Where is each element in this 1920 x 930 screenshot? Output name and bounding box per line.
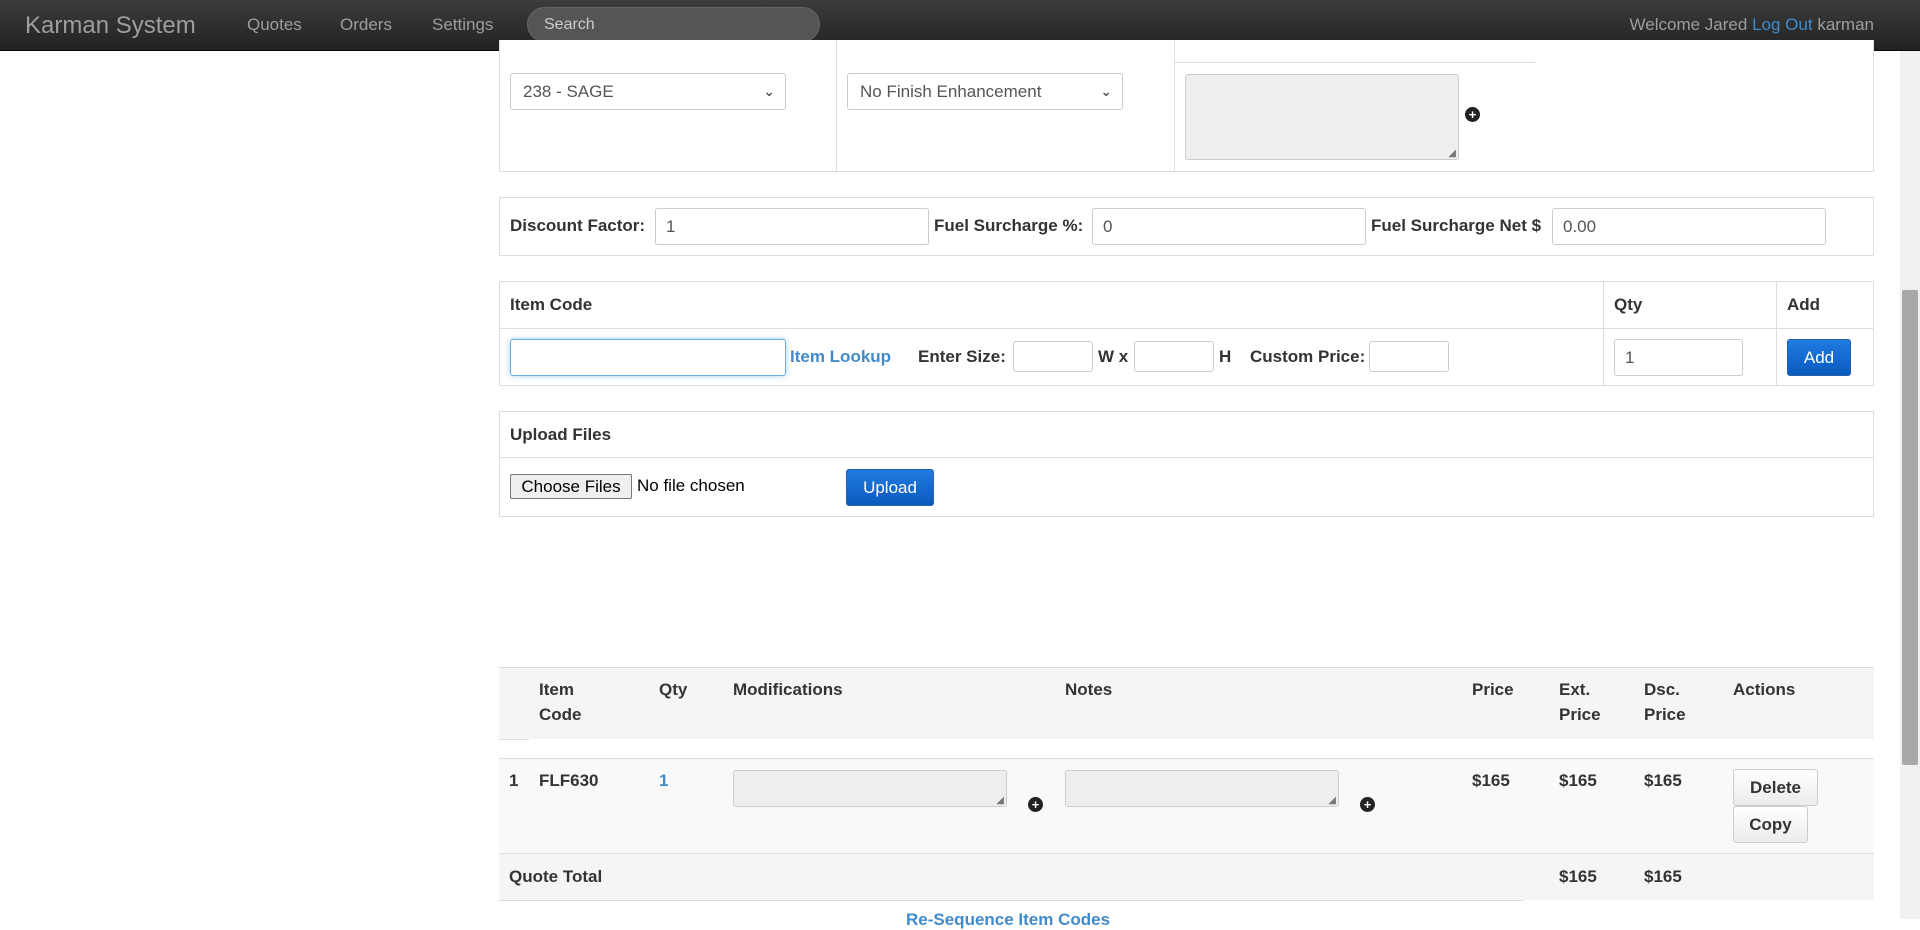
resize-grip-icon: ◢ xyxy=(996,795,1004,806)
delete-button[interactable]: Delete xyxy=(1733,769,1818,806)
header-underline xyxy=(499,739,529,740)
row-item-code: FLF630 xyxy=(539,771,599,790)
options-notes-textarea[interactable]: ◢ xyxy=(1185,74,1459,160)
nav-settings[interactable]: Settings xyxy=(432,15,493,35)
width-x-label: W x xyxy=(1098,347,1129,366)
upload-button[interactable]: Upload xyxy=(846,469,934,506)
add-circle-icon[interactable]: + xyxy=(1465,107,1480,122)
item-code-header: Item Code xyxy=(510,295,593,314)
quote-total-row: Quote Total $165 $165 xyxy=(499,854,1874,900)
add-note-icon[interactable]: + xyxy=(1360,797,1375,812)
custom-price-input[interactable] xyxy=(1369,341,1449,372)
col-price: Price xyxy=(1472,680,1514,699)
row-divider xyxy=(500,328,1873,329)
chevron-down-icon: ⌄ xyxy=(763,83,775,99)
items-table-header: Item Code Qty Modifications Notes Price E… xyxy=(499,667,1874,739)
add-header: Add xyxy=(1787,295,1821,314)
column-divider xyxy=(1174,40,1175,172)
column-divider xyxy=(836,40,837,172)
enter-size-label: Enter Size: xyxy=(918,347,1006,366)
search-input[interactable] xyxy=(527,7,820,42)
quote-total-dsc: $165 xyxy=(1644,867,1682,886)
fuel-surcharge-pct-label: Fuel Surcharge %: xyxy=(934,216,1084,235)
discount-panel: Discount Factor: 1 Fuel Surcharge %: 0 F… xyxy=(499,197,1874,256)
logout-link[interactable]: Log Out xyxy=(1752,15,1813,34)
nav-orders[interactable]: Orders xyxy=(340,15,392,35)
choose-files-button[interactable]: Choose Files xyxy=(510,474,632,499)
item-entry-panel: Item Code Qty Add Item Lookup Enter Size… xyxy=(499,281,1874,386)
quote-total-label: Quote Total xyxy=(509,867,603,886)
row-ext-price: $165 xyxy=(1559,771,1597,790)
finish-select-value: No Finish Enhancement xyxy=(860,82,1042,101)
upload-panel: Upload Files Choose Files No file chosen… xyxy=(499,411,1874,517)
col-ext-price: Ext. Price xyxy=(1559,680,1601,724)
width-input[interactable] xyxy=(1013,341,1093,372)
row-divider xyxy=(500,457,1873,458)
col-modifications: Modifications xyxy=(733,680,843,699)
qty-header: Qty xyxy=(1614,295,1643,314)
row-price: $165 xyxy=(1472,771,1510,790)
add-item-button[interactable]: Add xyxy=(1787,339,1851,376)
discount-factor-input[interactable]: 1 xyxy=(655,208,929,245)
fuel-surcharge-net-label: Fuel Surcharge Net $ xyxy=(1371,216,1542,235)
fuel-surcharge-net-input[interactable]: 0.00 xyxy=(1552,208,1826,245)
discount-factor-label: Discount Factor: xyxy=(510,216,646,235)
resize-grip-icon: ◢ xyxy=(1328,795,1336,806)
row-divider xyxy=(1174,62,1535,63)
row-sequence: 1 xyxy=(509,771,519,790)
upload-files-title: Upload Files xyxy=(510,425,612,444)
quote-total-ext: $165 xyxy=(1559,867,1597,886)
col-actions: Actions xyxy=(1733,680,1796,699)
chevron-down-icon: ⌄ xyxy=(1100,83,1112,99)
color-select-value: 238 - SAGE xyxy=(523,82,614,101)
color-select[interactable]: 238 - SAGE ⌄ xyxy=(510,73,786,110)
resize-grip-icon: ◢ xyxy=(1448,148,1456,159)
row-qty-link[interactable]: 1 xyxy=(659,771,668,791)
column-divider xyxy=(1776,282,1777,385)
no-file-chosen-text: No file chosen xyxy=(637,476,745,495)
add-modification-icon[interactable]: + xyxy=(1028,797,1043,812)
copy-button[interactable]: Copy xyxy=(1733,806,1808,843)
qty-input[interactable]: 1 xyxy=(1614,339,1743,376)
fuel-surcharge-pct-input[interactable]: 0 xyxy=(1092,208,1366,245)
username-text: karman xyxy=(1817,15,1874,34)
row-notes-textarea[interactable]: ◢ xyxy=(1065,770,1339,807)
item-code-input[interactable] xyxy=(510,339,786,376)
user-area: Welcome Jared Log Out karman xyxy=(1630,15,1874,35)
finish-select[interactable]: No Finish Enhancement ⌄ xyxy=(847,73,1123,110)
resequence-link[interactable]: Re-Sequence Item Codes xyxy=(906,910,1110,930)
page-scrollbar-thumb[interactable] xyxy=(1902,290,1918,765)
col-notes: Notes xyxy=(1065,680,1113,699)
item-lookup-link[interactable]: Item Lookup xyxy=(790,347,891,367)
welcome-text: Welcome Jared xyxy=(1629,15,1748,34)
options-panel: 238 - SAGE ⌄ No Finish Enhancement ⌄ ◢ + xyxy=(499,40,1874,172)
column-divider xyxy=(1603,282,1604,385)
custom-price-label: Custom Price: xyxy=(1250,347,1366,366)
height-label: H xyxy=(1219,347,1232,366)
height-input[interactable] xyxy=(1134,341,1214,372)
row-dsc-price: $165 xyxy=(1644,771,1682,790)
table-row: 1 FLF630 1 ◢ + ◢ + $165 $165 $165 Delete… xyxy=(499,759,1874,853)
row-divider xyxy=(499,900,1524,901)
brand-logo[interactable]: Karman System xyxy=(25,12,196,40)
nav-quotes[interactable]: Quotes xyxy=(247,15,302,35)
col-dsc-price: Dsc. Price xyxy=(1644,680,1686,724)
col-item-code: Item Code xyxy=(539,680,582,724)
col-qty: Qty xyxy=(659,680,688,699)
row-modifications-textarea[interactable]: ◢ xyxy=(733,770,1007,807)
